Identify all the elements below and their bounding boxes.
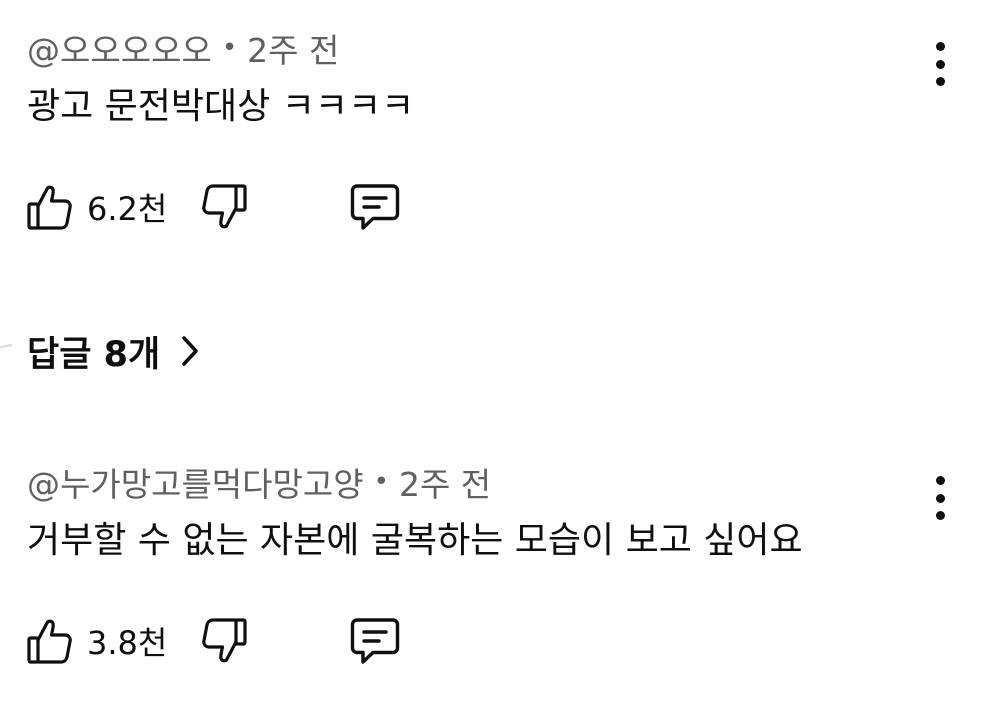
comment-author[interactable]: @누가망고를먹다망고양 — [27, 458, 364, 506]
thumbs-up-icon[interactable] — [27, 183, 73, 231]
replies-label: 답글 8개 — [27, 334, 161, 375]
comment-actions: 6.2천 — [27, 179, 401, 235]
comment-actions: 3.8천 — [27, 613, 401, 669]
thumbs-down-icon[interactable] — [201, 183, 247, 231]
view-replies-button[interactable]: 답글 8개 — [27, 327, 200, 375]
comment-timestamp[interactable]: 2주 전 — [399, 458, 491, 506]
comment-header: @누가망고를먹다망고양 • 2주 전 — [27, 460, 1007, 504]
comment-icon[interactable] — [349, 616, 401, 666]
comment-text: 광고 문전박대상 ㅋㅋㅋㅋ — [27, 86, 415, 127]
like-count: 6.2천 — [87, 190, 168, 228]
comment-author[interactable]: @오오오오오 — [27, 24, 212, 72]
comment-item: @누가망고를먹다망고양 • 2주 전 거부할 수 없는 자본에 굴복하는 모습이… — [27, 460, 1007, 664]
comments-section: @오오오오오 • 2주 전 광고 문전박대상 ㅋㅋㅋㅋ 6.2천 답글 8개 @… — [0, 0, 1007, 727]
meta-separator: • — [221, 33, 238, 63]
thumbs-down-icon[interactable] — [201, 617, 247, 665]
divider-mark — [0, 343, 13, 349]
like-count: 3.8천 — [87, 624, 168, 662]
chevron-right-icon — [180, 334, 200, 368]
comment-timestamp[interactable]: 2주 전 — [247, 24, 339, 72]
comment-text: 거부할 수 없는 자본에 굴복하는 모습이 보고 싶어요 — [27, 520, 803, 561]
more-vertical-icon[interactable] — [925, 42, 955, 86]
comment-icon[interactable] — [349, 182, 401, 232]
thumbs-up-icon[interactable] — [27, 617, 73, 665]
more-vertical-icon[interactable] — [925, 476, 955, 520]
comment-header: @오오오오오 • 2주 전 — [27, 26, 1007, 70]
comment-item: @오오오오오 • 2주 전 광고 문전박대상 ㅋㅋㅋㅋ 6.2천 — [27, 26, 1007, 230]
meta-separator: • — [373, 467, 389, 497]
